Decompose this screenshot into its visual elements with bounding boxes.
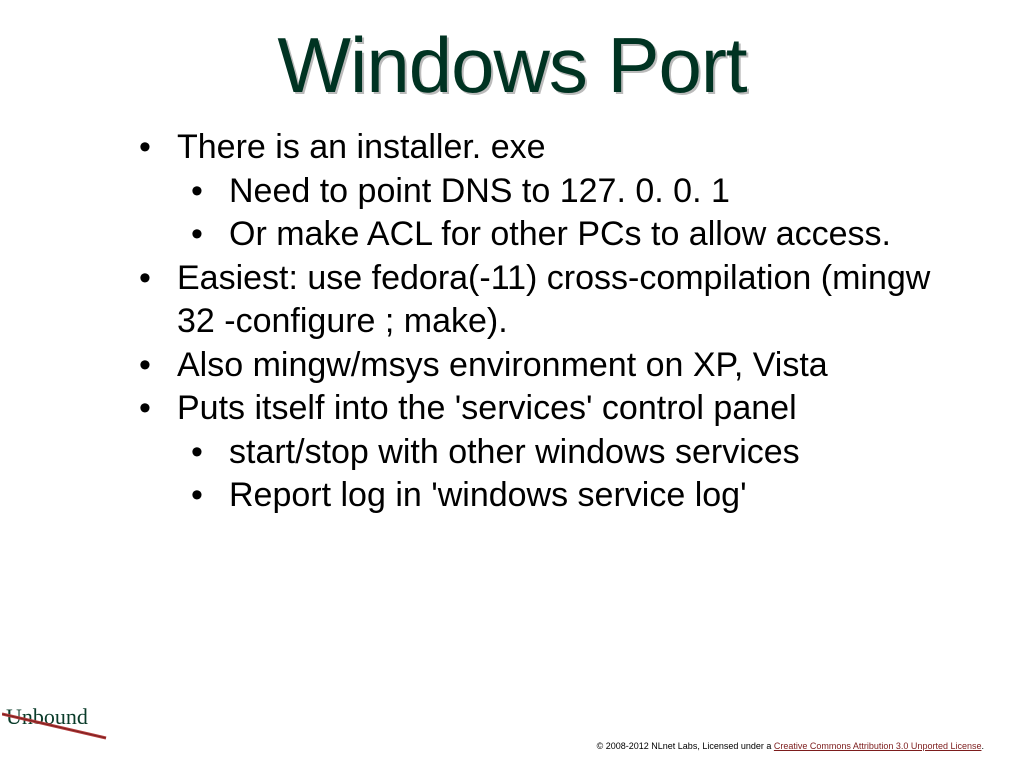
license-footer: © 2008-2012 NLnet Labs, Licensed under a…	[514, 741, 984, 752]
bullet-text: Report log in 'windows service log'	[229, 476, 747, 514]
bullet-list: There is an installer. exe Need to point…	[125, 126, 945, 518]
bullet-text: Easiest: use fedora(-11) cross-compilati…	[177, 259, 930, 341]
footer-prefix: © 2008-2012 NLnet Labs, Licensed under a	[597, 741, 774, 751]
list-item: start/stop with other windows services	[177, 431, 945, 475]
list-item: Or make ACL for other PCs to allow acces…	[177, 213, 945, 257]
slide-body: There is an installer. exe Need to point…	[125, 126, 945, 518]
list-item: Also mingw/msys environment on XP, Vista	[125, 344, 945, 388]
bullet-text: Need to point DNS to 127. 0. 0. 1	[229, 172, 730, 210]
logo: Unbound	[6, 704, 112, 744]
license-link[interactable]: Creative Commons Attribution 3.0 Unporte…	[774, 741, 982, 751]
footer-suffix: .	[981, 741, 984, 751]
list-item: Puts itself into the 'services' control …	[125, 387, 945, 518]
bullet-text: Puts itself into the 'services' control …	[177, 389, 797, 427]
bullet-text: start/stop with other windows services	[229, 433, 800, 471]
slide-title: Windows Port	[0, 20, 1024, 111]
sub-list: Need to point DNS to 127. 0. 0. 1 Or mak…	[177, 170, 945, 257]
bullet-text: There is an installer. exe	[177, 128, 546, 166]
bullet-text: Or make ACL for other PCs to allow acces…	[229, 215, 891, 253]
list-item: There is an installer. exe Need to point…	[125, 126, 945, 257]
logo-strike-icon	[2, 708, 112, 748]
list-item: Report log in 'windows service log'	[177, 474, 945, 518]
slide: Windows Port There is an installer. exe …	[0, 0, 1024, 768]
list-item: Easiest: use fedora(-11) cross-compilati…	[125, 257, 945, 344]
bullet-text: Also mingw/msys environment on XP, Vista	[177, 346, 828, 384]
sub-list: start/stop with other windows services R…	[177, 431, 945, 518]
list-item: Need to point DNS to 127. 0. 0. 1	[177, 170, 945, 214]
